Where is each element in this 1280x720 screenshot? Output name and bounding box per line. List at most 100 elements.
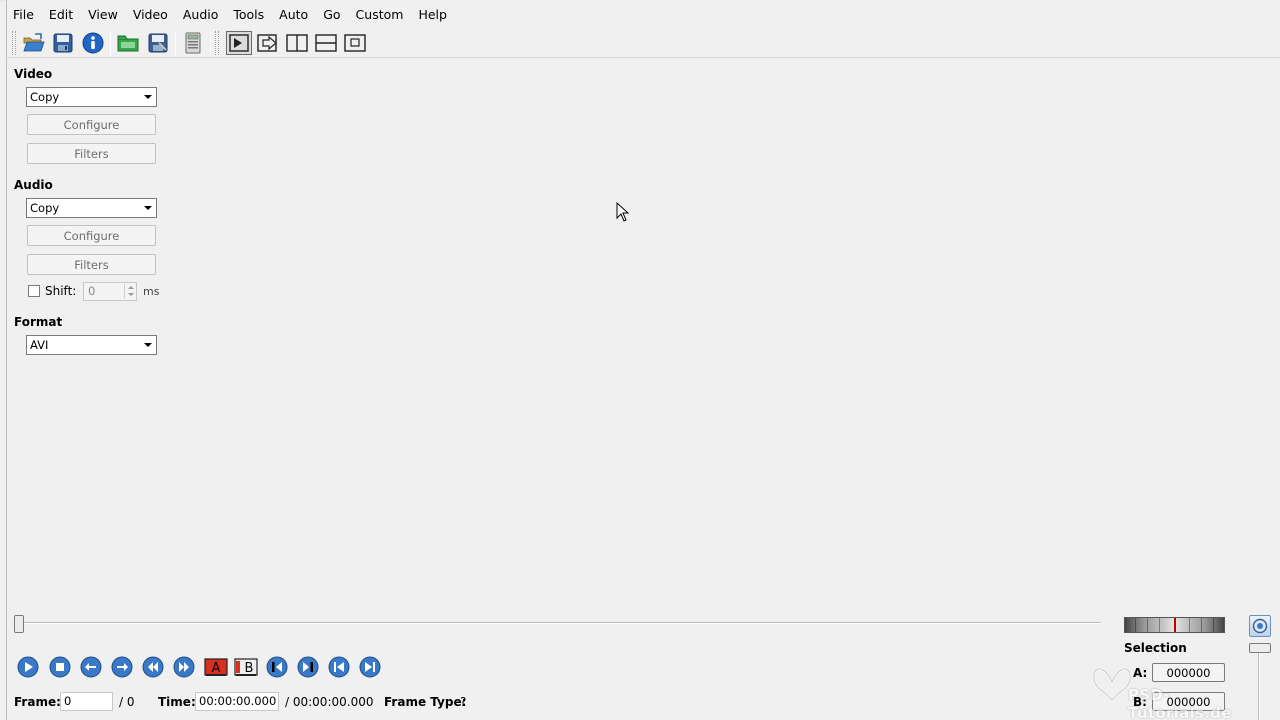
open-folder-button[interactable]: [115, 31, 141, 55]
time-total: / 00:00:00.000: [285, 695, 374, 709]
time-label: Time:: [158, 695, 196, 709]
shift-stepper[interactable]: 0: [83, 282, 137, 301]
set-marker-b-button[interactable]: B: [234, 656, 258, 678]
open-folder-icon: [117, 35, 139, 52]
menu-audio[interactable]: Audio: [176, 5, 227, 25]
shift-unit-label: ms: [143, 285, 160, 298]
menu-file[interactable]: File: [6, 5, 42, 25]
input-view-button[interactable]: [226, 31, 252, 55]
audio-configure-button[interactable]: Configure: [27, 225, 156, 246]
audio-codec-value: Copy: [30, 201, 60, 215]
play-icon: [17, 656, 39, 678]
goto-first-frame-button[interactable]: [328, 656, 350, 678]
skip-to-start-icon: [328, 656, 350, 678]
jog-ridge: [1159, 618, 1160, 632]
menu-bar: File Edit View Video Audio Tools Auto Go…: [6, 4, 455, 26]
single-view-button[interactable]: [342, 31, 368, 55]
toolbar-separator: [110, 31, 111, 55]
goto-marker-a-button[interactable]: [266, 656, 288, 678]
open-icon: [23, 33, 45, 52]
time-shift-button[interactable]: [1249, 615, 1271, 637]
toolbar-separator: [210, 31, 211, 55]
format-value: AVI: [30, 338, 49, 352]
audio-section-label: Audio: [14, 178, 53, 192]
jog-ridge: [1147, 618, 1148, 632]
mouse-cursor-icon: [616, 202, 630, 222]
chevron-down-icon: [144, 343, 152, 347]
menu-video[interactable]: Video: [126, 5, 176, 25]
jog-ridge: [1189, 618, 1190, 632]
rewind-icon: [142, 656, 164, 678]
video-filters-button[interactable]: Filters: [27, 143, 156, 164]
video-configure-button[interactable]: Configure: [27, 114, 156, 135]
menu-help[interactable]: Help: [411, 5, 455, 25]
next-frame-button[interactable]: [111, 656, 133, 678]
menu-edit[interactable]: Edit: [42, 5, 81, 25]
toolbar-grip[interactable]: [215, 31, 219, 55]
previous-keyframe-button[interactable]: [142, 656, 164, 678]
menu-go[interactable]: Go: [316, 5, 348, 25]
frame-type-value: ?: [460, 695, 467, 709]
toolbar-grip[interactable]: [12, 31, 16, 55]
save-as-button[interactable]: [145, 31, 171, 55]
audio-codec-select[interactable]: Copy: [26, 198, 157, 218]
selection-title: Selection: [1124, 641, 1187, 655]
video-codec-value: Copy: [30, 90, 60, 104]
menu-custom[interactable]: Custom: [349, 5, 412, 25]
stop-icon: [49, 656, 71, 678]
save-button[interactable]: [50, 31, 76, 55]
watermark: PSD-Tutorials.de: [1090, 660, 1260, 720]
goto-last-frame-button[interactable]: [359, 656, 381, 678]
seek-bar-thumb[interactable]: [14, 615, 24, 633]
menu-tools[interactable]: Tools: [226, 5, 272, 25]
shift-label: Shift:: [45, 284, 77, 298]
shift-value: 0: [88, 284, 96, 298]
chevron-down-icon: [144, 206, 152, 210]
input-view-icon: [229, 34, 249, 52]
goto-marker-b-button[interactable]: [297, 656, 319, 678]
main-window: [6, 0, 1280, 720]
marker-b-text: B: [245, 661, 254, 676]
jog-shuttle[interactable]: [1124, 617, 1225, 633]
set-marker-a-button[interactable]: A: [204, 656, 228, 678]
open-button[interactable]: [21, 31, 47, 55]
side-by-side-icon: [286, 34, 308, 52]
frame-input[interactable]: 0: [60, 692, 113, 711]
jog-ridge: [1213, 618, 1214, 632]
save-as-icon: [148, 33, 168, 53]
watermark-text: PSD-Tutorials.de: [1128, 686, 1232, 720]
output-view-button[interactable]: [255, 31, 281, 55]
video-codec-select[interactable]: Copy: [26, 87, 157, 107]
fast-forward-icon: [173, 656, 195, 678]
seek-bar-track[interactable]: [14, 622, 1101, 624]
next-keyframe-button[interactable]: [173, 656, 195, 678]
volume-slider-thumb[interactable]: [1249, 643, 1271, 653]
audio-filters-button[interactable]: Filters: [27, 254, 156, 275]
arrow-right-icon: [111, 656, 133, 678]
shift-checkbox[interactable]: [28, 285, 40, 297]
arrow-left-icon: [80, 656, 102, 678]
menu-view[interactable]: View: [81, 5, 126, 25]
calculator-button[interactable]: [180, 31, 206, 55]
stop-button[interactable]: [49, 656, 71, 678]
frame-type-label: Frame Type:: [384, 695, 467, 709]
time-input[interactable]: 00:00:00.000: [195, 692, 279, 711]
info-button[interactable]: [80, 31, 106, 55]
play-button[interactable]: [17, 656, 39, 678]
chevron-down-icon: [144, 95, 152, 99]
top-bottom-view-button[interactable]: [313, 31, 339, 55]
previous-frame-button[interactable]: [80, 656, 102, 678]
marker-b-icon: B: [234, 658, 258, 676]
frame-label: Frame:: [14, 695, 61, 709]
marker-a-text: A: [212, 661, 221, 676]
stepper-down-icon[interactable]: [124, 291, 135, 299]
side-by-side-view-button[interactable]: [284, 31, 310, 55]
format-select[interactable]: AVI: [26, 335, 157, 355]
jog-marker: [1174, 618, 1176, 632]
video-section-label: Video: [14, 67, 53, 81]
skip-to-end-icon: [359, 656, 381, 678]
top-bottom-icon: [315, 34, 337, 52]
format-section-label: Format: [14, 315, 63, 329]
menu-auto[interactable]: Auto: [272, 5, 316, 25]
goto-marker-b-icon: [297, 656, 319, 678]
